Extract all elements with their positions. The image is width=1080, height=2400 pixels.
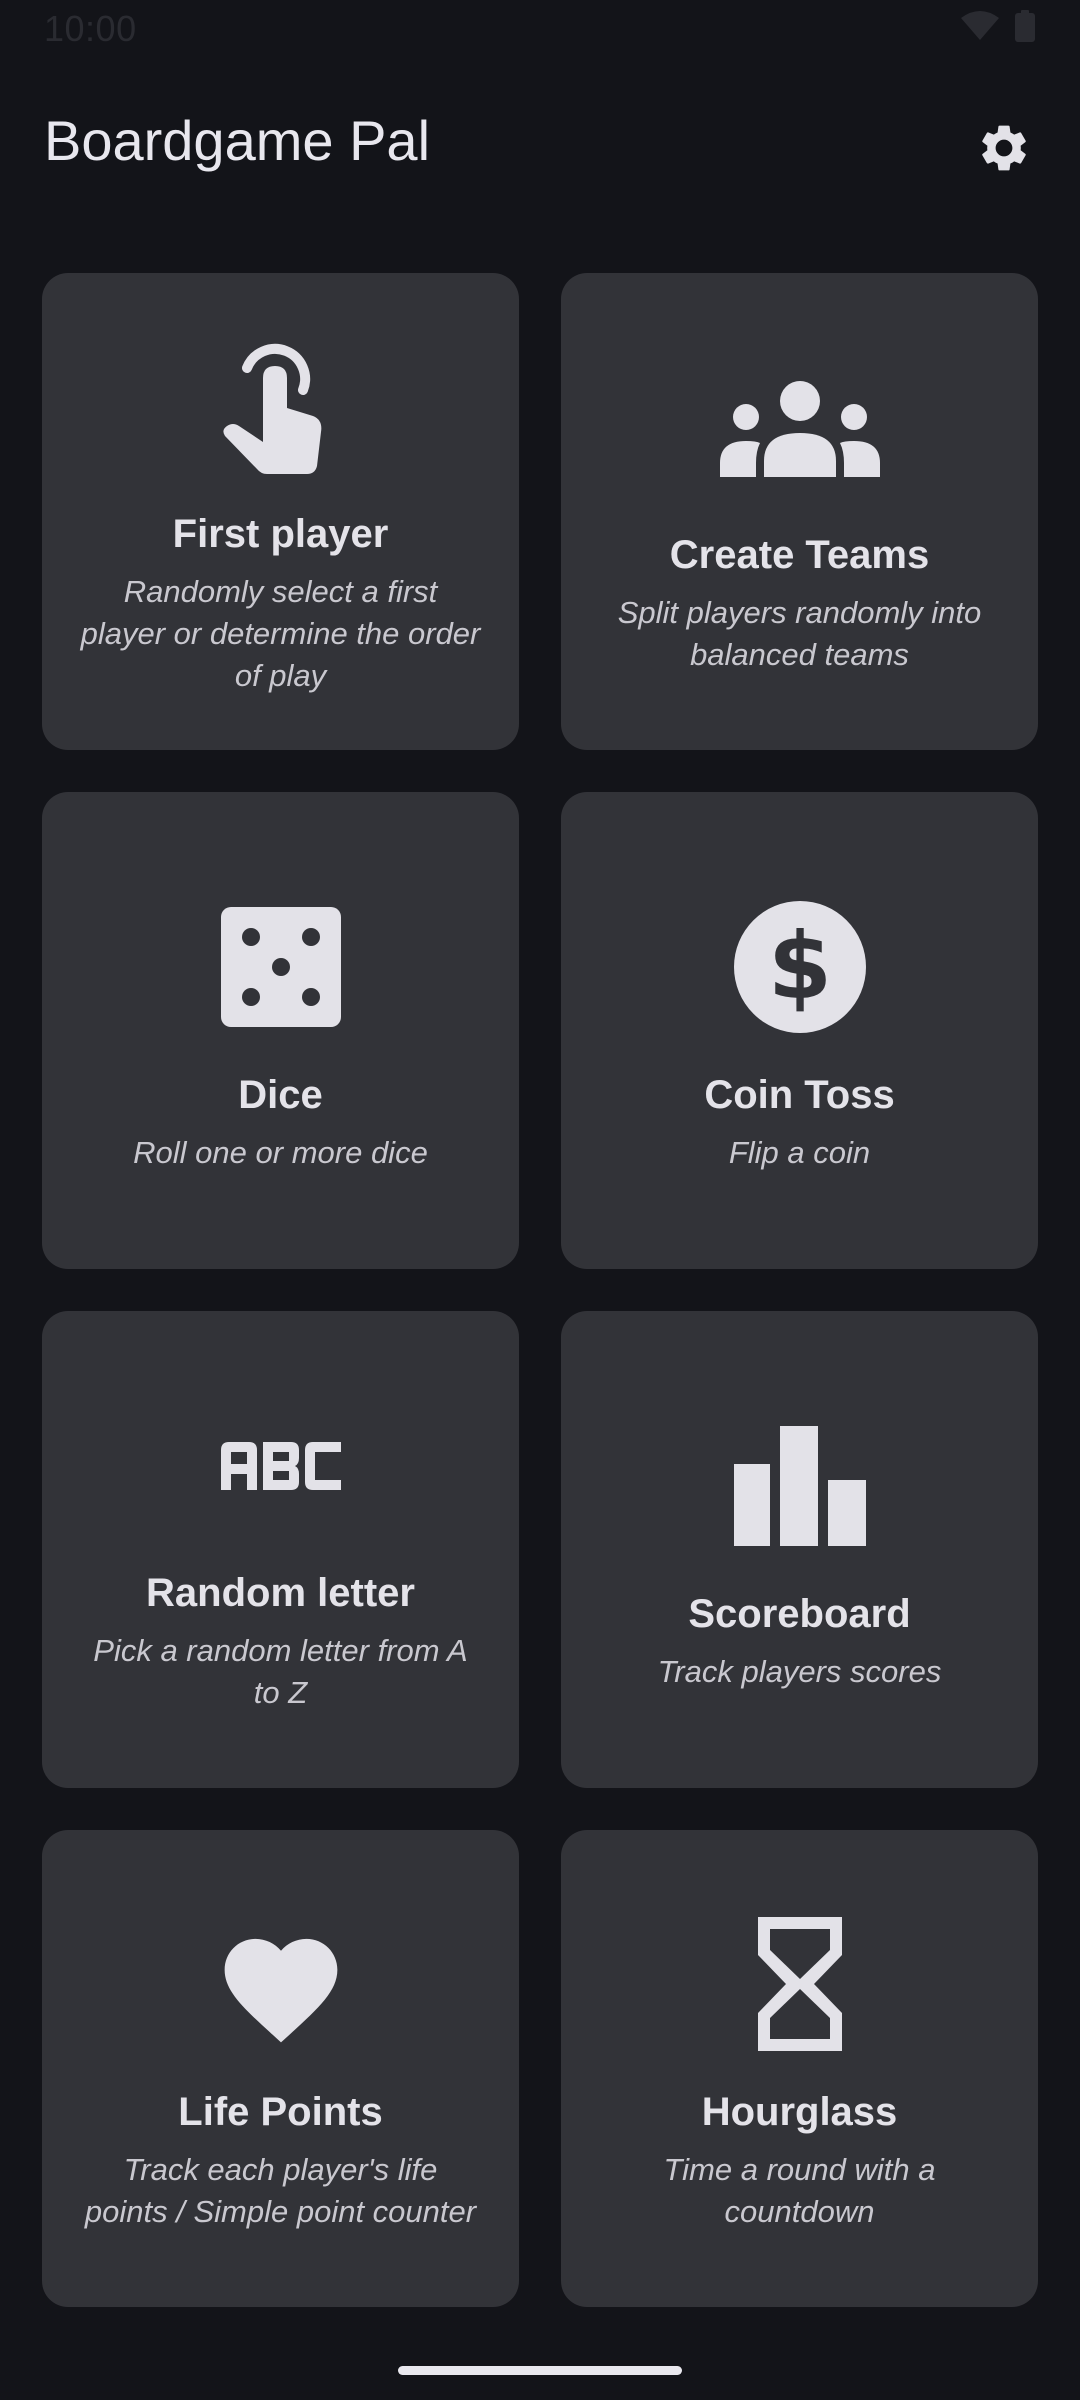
card-title: Create Teams <box>669 533 930 577</box>
card-coin-toss[interactable]: $ Coin Toss Flip a coin <box>561 792 1038 1269</box>
card-description: Pick a random letter from A to Z <box>93 1633 468 1710</box>
card-description: Flip a coin <box>728 1135 871 1170</box>
battery-icon <box>1014 10 1036 47</box>
card-description: Track players scores <box>657 1654 942 1689</box>
heart-icon <box>201 1904 361 2064</box>
hourglass-icon <box>720 1904 880 2064</box>
gesture-nav-handle[interactable] <box>398 2366 682 2375</box>
card-dice[interactable]: Dice Roll one or more dice <box>42 792 519 1269</box>
card-hourglass[interactable]: Hourglass Time a round with a countdown <box>561 1830 1038 2307</box>
card-title: Scoreboard <box>688 1592 911 1636</box>
card-description: Split players randomly into balanced tea… <box>617 595 982 672</box>
svg-text:$: $ <box>767 913 831 1020</box>
card-title: Dice <box>238 1073 323 1117</box>
card-random-letter[interactable]: Random letter Pick a random letter from … <box>42 1311 519 1788</box>
card-life-points[interactable]: Life Points Track each player's life poi… <box>42 1830 519 2307</box>
status-icons <box>960 10 1036 47</box>
wifi-icon <box>960 10 1000 47</box>
card-title: First player <box>172 512 389 556</box>
app-title: Boardgame Pal <box>44 109 431 172</box>
card-create-teams[interactable]: Create Teams Split players randomly into… <box>561 273 1038 750</box>
status-bar: 10:00 <box>0 0 1080 60</box>
card-description: Randomly select a first player or determ… <box>80 574 481 693</box>
card-description: Track each player's life points / Simple… <box>84 2152 477 2229</box>
settings-button[interactable] <box>964 110 1044 190</box>
tap-finger-icon <box>201 326 361 486</box>
card-title: Coin Toss <box>704 1073 895 1117</box>
card-scoreboard[interactable]: Scoreboard Track players scores <box>561 1311 1038 1788</box>
groups-icon <box>719 347 880 507</box>
card-title: Life Points <box>178 2090 383 2134</box>
card-title: Hourglass <box>701 2090 898 2134</box>
dice-icon <box>201 887 361 1047</box>
card-first-player[interactable]: First player Randomly select a first pla… <box>42 273 519 750</box>
gear-icon <box>976 120 1032 181</box>
app-bar: Boardgame Pal <box>0 90 1080 200</box>
card-title: Random letter <box>146 1571 415 1615</box>
bar-chart-icon <box>720 1406 880 1566</box>
dollar-coin-icon: $ <box>720 887 880 1047</box>
card-description: Roll one or more dice <box>133 1135 428 1170</box>
card-description: Time a round with a countdown <box>663 2152 936 2229</box>
abc-icon <box>201 1385 361 1545</box>
status-time: 10:00 <box>44 8 137 49</box>
feature-grid: First player Randomly select a first pla… <box>42 273 1038 2307</box>
